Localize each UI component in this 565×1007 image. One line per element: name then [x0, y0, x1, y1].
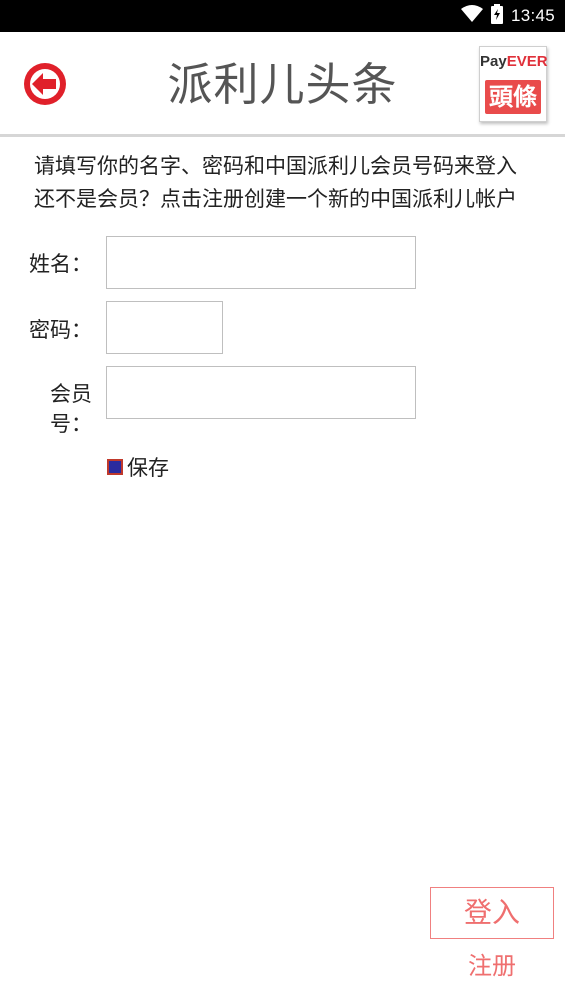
register-link[interactable]: 注册 [430, 946, 554, 981]
app-header: 派利儿头条 PayEVER 頭條 [0, 32, 565, 137]
login-instructions: 请填写你的名字、密码和中国派利儿会员号码来登入 还不是会员？点击注册创建一个新的… [34, 150, 554, 216]
battery-charging-icon [490, 4, 503, 28]
password-label: 密码： [29, 318, 92, 342]
logo-wordmark: PayEVER [480, 53, 548, 70]
name-label: 姓名： [29, 252, 92, 276]
instructions-line-2: 还不是会员？点击注册创建一个新的中国派利儿帐户 [34, 187, 517, 211]
status-icons: 13:45 [460, 0, 555, 32]
status-bar: 13:45 [0, 0, 565, 32]
member-number-label: 会员号： [50, 382, 92, 436]
save-checkbox-label: 保存 [127, 456, 169, 480]
logo-headline-text: 頭條 [485, 80, 541, 114]
wifi-icon [460, 5, 483, 27]
password-input[interactable] [106, 301, 223, 354]
instructions-line-1: 请填写你的名字、密码和中国派利儿会员号码来登入 [34, 154, 517, 178]
logo-pay-text: Pay [480, 53, 507, 70]
login-button[interactable]: 登入 [430, 887, 554, 939]
payever-logo[interactable]: PayEVER 頭條 [479, 46, 548, 122]
logo-ever-text: EVER [506, 53, 548, 70]
status-time: 13:45 [510, 6, 555, 25]
member-number-input[interactable] [106, 366, 416, 419]
name-input[interactable] [106, 236, 416, 289]
save-checkbox-row[interactable]: 保存 [107, 452, 169, 482]
save-checkbox[interactable] [107, 459, 123, 475]
